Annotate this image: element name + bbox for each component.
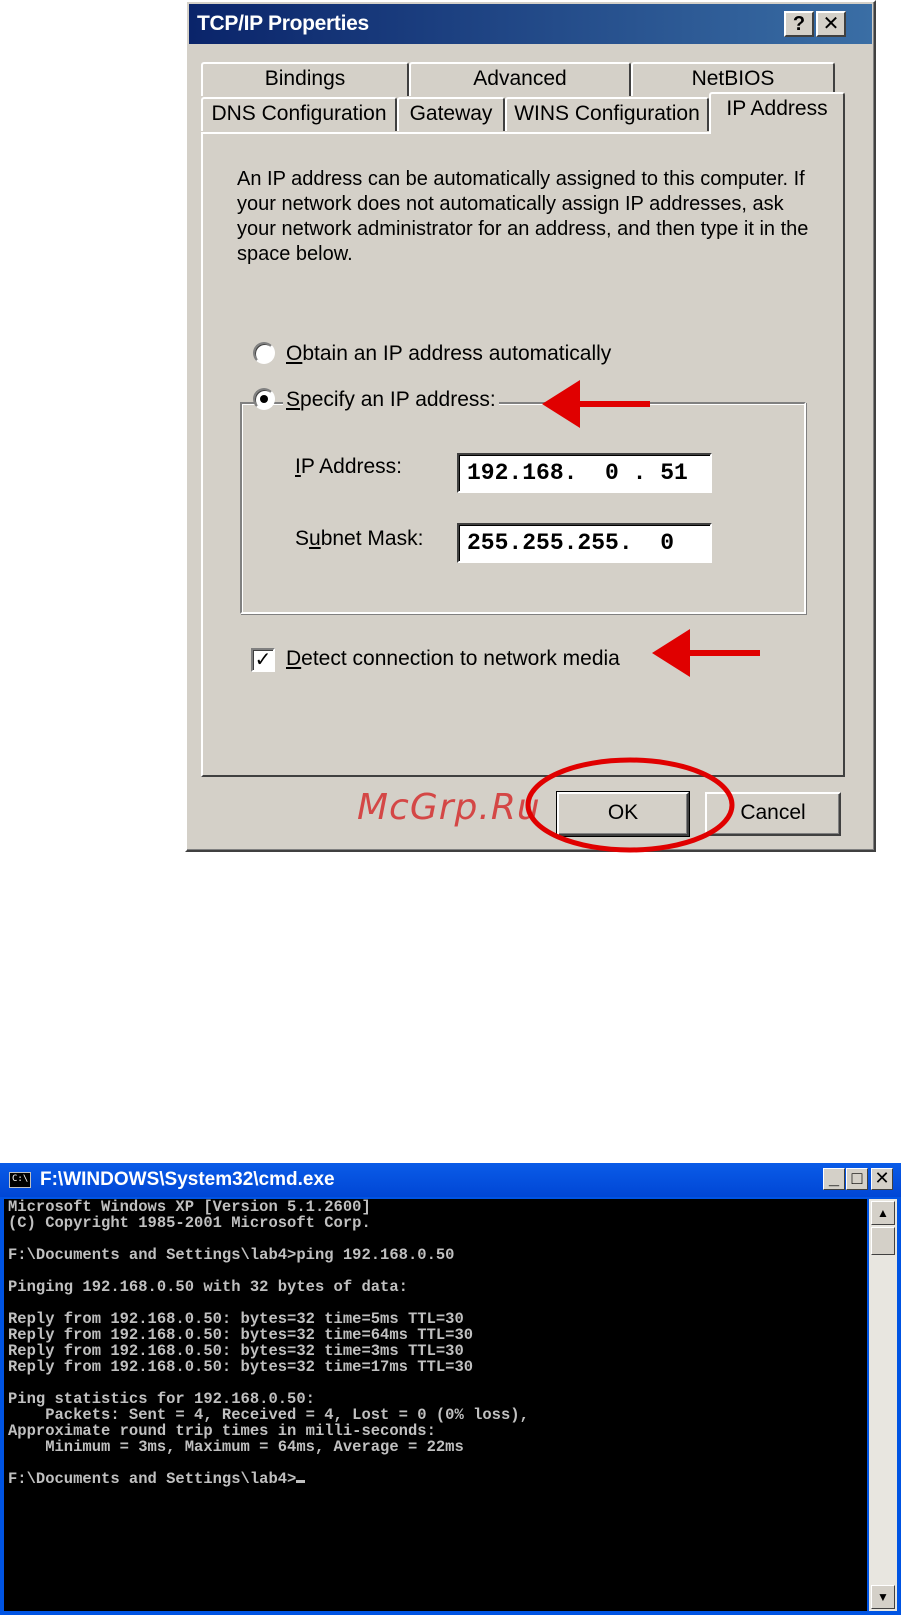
- obtain-ip-radio[interactable]: [253, 342, 275, 364]
- console-prompt-text: F:\Documents and Settings\lab4>: [8, 1470, 297, 1488]
- console-line: Reply from 192.168.0.50: bytes=32 time=3…: [8, 1342, 464, 1360]
- cmd-window: C:\ F:\WINDOWS\System32\cmd.exe _ □ ✕ Mi…: [0, 1163, 901, 1615]
- console-line: Ping statistics for 192.168.0.50:: [8, 1390, 315, 1408]
- ip-address-label: IP Address:: [295, 455, 402, 479]
- scroll-up-icon[interactable]: ▲: [871, 1201, 895, 1225]
- console-line: F:\Documents and Settings\lab4>ping 192.…: [8, 1246, 455, 1264]
- specify-ip-text: pecify an IP address:: [300, 388, 496, 411]
- tab-advanced[interactable]: Advanced: [409, 62, 631, 96]
- ip-address-field[interactable]: 192.168. 0 . 51: [457, 453, 712, 493]
- cancel-button[interactable]: Cancel: [705, 792, 841, 836]
- radio-selected-dot: [260, 395, 268, 403]
- console-line: Reply from 192.168.0.50: bytes=32 time=6…: [8, 1326, 474, 1344]
- subnet-mask-label-text: bnet Mask:: [320, 527, 424, 550]
- detect-media-label[interactable]: Detect connection to network media: [286, 647, 620, 671]
- dialog-titlebar[interactable]: TCP/IP Properties ? ✕: [189, 4, 872, 44]
- tab-wins-configuration[interactable]: WINS Configuration: [505, 97, 709, 131]
- obtain-ip-mnemonic: O: [286, 342, 303, 365]
- detect-media-mnemonic: D: [286, 647, 302, 670]
- console-output[interactable]: Microsoft Windows XP [Version 5.1.2600](…: [4, 1199, 867, 1611]
- help-button[interactable]: ?: [784, 11, 814, 37]
- tcpip-properties-dialog: TCP/IP Properties ? ✕ Bindings Advanced …: [185, 0, 876, 852]
- specify-ip-mnemonic: S: [286, 388, 301, 411]
- console-line: Reply from 192.168.0.50: bytes=32 time=5…: [8, 1310, 464, 1328]
- scroll-down-icon[interactable]: ▼: [871, 1585, 895, 1609]
- scroll-thumb[interactable]: [871, 1227, 895, 1255]
- minimize-button[interactable]: _: [823, 1168, 845, 1190]
- obtain-ip-label[interactable]: Obtain an IP address automatically: [286, 342, 611, 366]
- detect-media-checkbox[interactable]: ✓: [251, 648, 275, 672]
- ip-address-label-text: P Address:: [300, 455, 403, 478]
- console-line: Reply from 192.168.0.50: bytes=32 time=1…: [8, 1358, 474, 1376]
- watermark-text: McGrp.Ru: [357, 787, 541, 828]
- cmd-title: F:\WINDOWS\System32\cmd.exe: [40, 1169, 335, 1190]
- console-line: Packets: Sent = 4, Received = 4, Lost = …: [8, 1406, 529, 1424]
- tab-ip-address[interactable]: IP Address: [709, 92, 845, 134]
- vertical-scrollbar[interactable]: ▲ ▼: [869, 1199, 897, 1611]
- subnet-mask-mnemonic: u: [309, 527, 321, 550]
- console-line: Microsoft Windows XP [Version 5.1.2600]: [8, 1199, 371, 1216]
- ok-button[interactable]: OK: [556, 791, 690, 837]
- obtain-ip-text: btain an IP address automatically: [302, 342, 612, 365]
- ip-description: An IP address can be automatically assig…: [237, 168, 809, 265]
- cmd-close-button[interactable]: ✕: [871, 1168, 893, 1190]
- cmd-icon: C:\: [9, 1172, 31, 1188]
- subnet-mask-label: Subnet Mask:: [295, 527, 423, 551]
- cmd-titlebar[interactable]: C:\ F:\WINDOWS\System32\cmd.exe _ □ ✕: [0, 1163, 901, 1197]
- console-prompt: F:\Documents and Settings\lab4>: [4, 1471, 867, 1487]
- detect-media-text: etect connection to network media: [301, 647, 620, 670]
- subnet-mask-first-letter: S: [295, 527, 310, 550]
- tab-netbios[interactable]: NetBIOS: [631, 62, 835, 96]
- console-line: Pinging 192.168.0.50 with 32 bytes of da…: [8, 1278, 408, 1296]
- tab-gateway[interactable]: Gateway: [397, 97, 505, 131]
- console-cursor: [296, 1480, 306, 1483]
- dialog-title: TCP/IP Properties: [197, 12, 369, 35]
- console-line: Minimum = 3ms, Maximum = 64ms, Average =…: [8, 1438, 464, 1456]
- specify-ip-groupbox: [240, 402, 806, 614]
- subnet-mask-field[interactable]: 255.255.255. 0: [457, 523, 712, 563]
- tab-dns-configuration[interactable]: DNS Configuration: [201, 97, 397, 131]
- close-button[interactable]: ✕: [816, 11, 846, 37]
- console-line: Approximate round trip times in milli-se…: [8, 1422, 436, 1440]
- specify-ip-label[interactable]: Specify an IP address:: [283, 388, 499, 412]
- maximize-button[interactable]: □: [846, 1168, 868, 1190]
- tab-bindings[interactable]: Bindings: [201, 62, 409, 96]
- specify-ip-radio[interactable]: [253, 388, 275, 410]
- console-line: (C) Copyright 1985-2001 Microsoft Corp.: [8, 1214, 371, 1232]
